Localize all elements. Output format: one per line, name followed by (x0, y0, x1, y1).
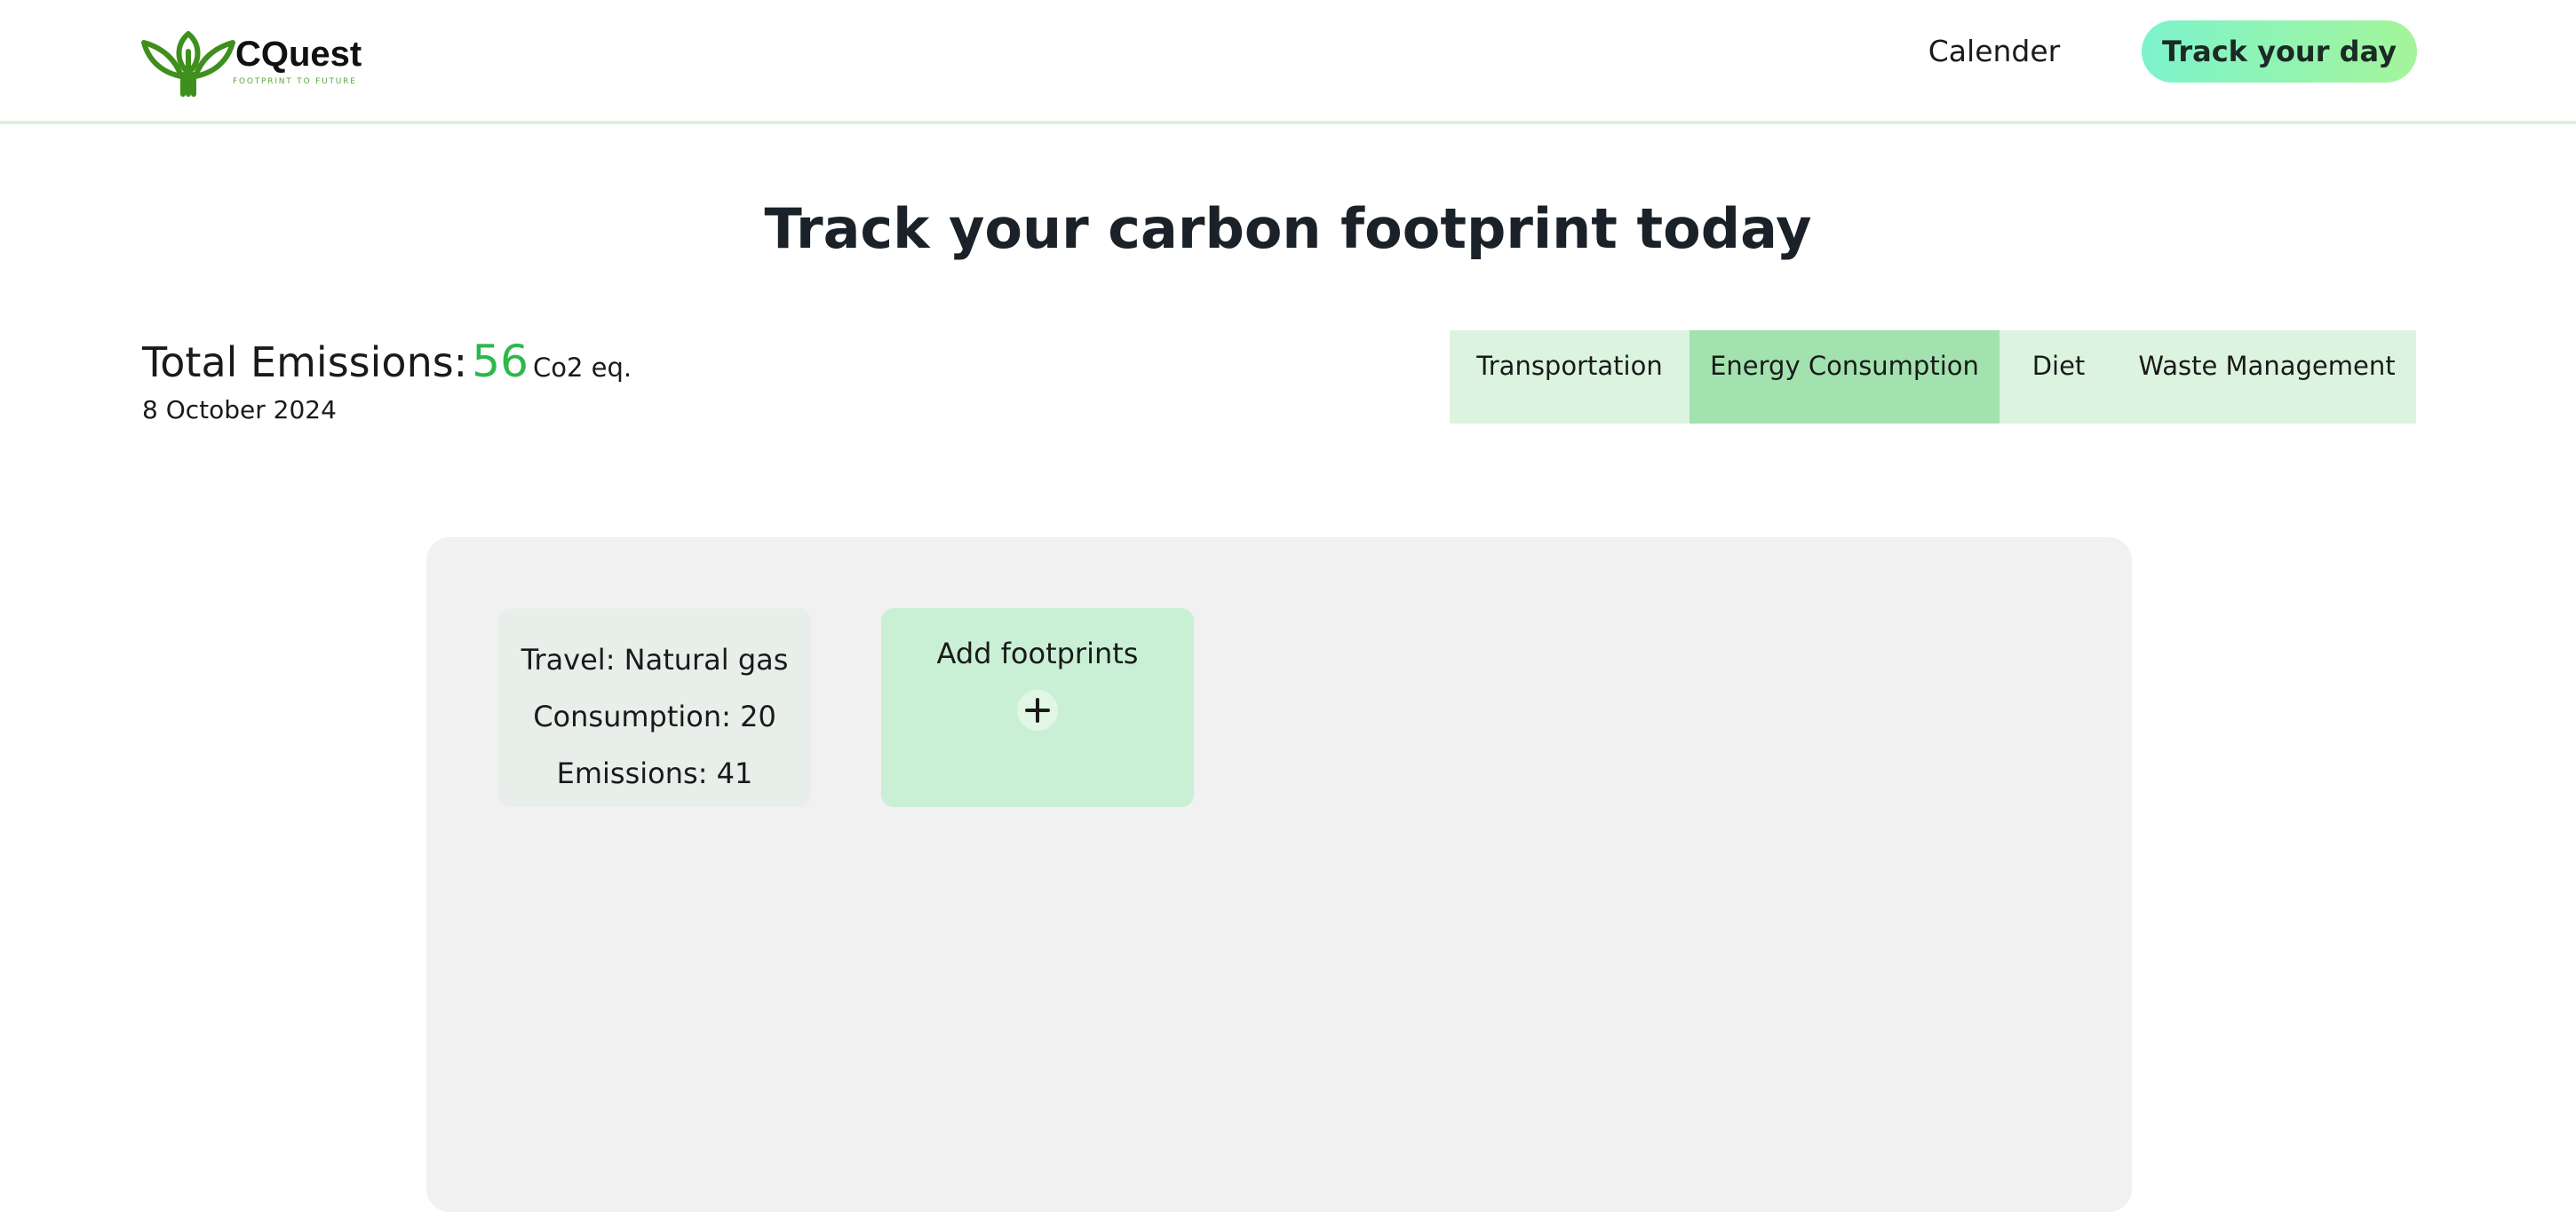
total-emissions-line: Total Emissions: 56 Co2 eq. (142, 332, 853, 391)
track-your-day-button[interactable]: Track your day (2142, 20, 2417, 83)
footprints-panel: Travel: Natural gas Consumption: 20 Emis… (426, 537, 2132, 1212)
tab-diet[interactable]: Diet (2000, 330, 2118, 424)
calendar-link[interactable]: Calender (1919, 32, 2070, 71)
add-footprints-label: Add footprints (936, 637, 1139, 670)
tab-waste-management[interactable]: Waste Management (2118, 330, 2416, 424)
brand-tagline: FOOTPRINT TO FUTURE (233, 77, 357, 86)
total-emissions-value: 56 (472, 336, 529, 387)
brand-name: CQuest (235, 35, 362, 74)
tab-energy-consumption[interactable]: Energy Consumption (1690, 330, 2000, 424)
emissions-unit: Co2 eq. (533, 353, 632, 383)
top-navbar: CQuest FOOTPRINT TO FUTURE Calender Trac… (0, 0, 2576, 124)
footprint-travel: Travel: Natural gas (521, 643, 789, 677)
footprint-emissions: Emissions: 41 (556, 757, 753, 790)
category-tabs: Transportation Energy Consumption Diet W… (1450, 330, 2416, 424)
emissions-summary: Total Emissions: 56 Co2 eq. 8 October 20… (142, 332, 853, 428)
total-emissions-label: Total Emissions: (142, 338, 468, 386)
page-title: Track your carbon footprint today (764, 196, 1812, 261)
cquest-logo[interactable]: CQuest FOOTPRINT TO FUTURE (140, 7, 362, 98)
add-footprints-card[interactable]: Add footprints (881, 608, 1194, 807)
plus-icon[interactable] (1017, 690, 1058, 731)
tab-transportation[interactable]: Transportation (1450, 330, 1690, 424)
summary-date: 8 October 2024 (142, 395, 337, 424)
footprint-consumption: Consumption: 20 (533, 700, 776, 733)
footprint-card[interactable]: Travel: Natural gas Consumption: 20 Emis… (498, 608, 811, 807)
